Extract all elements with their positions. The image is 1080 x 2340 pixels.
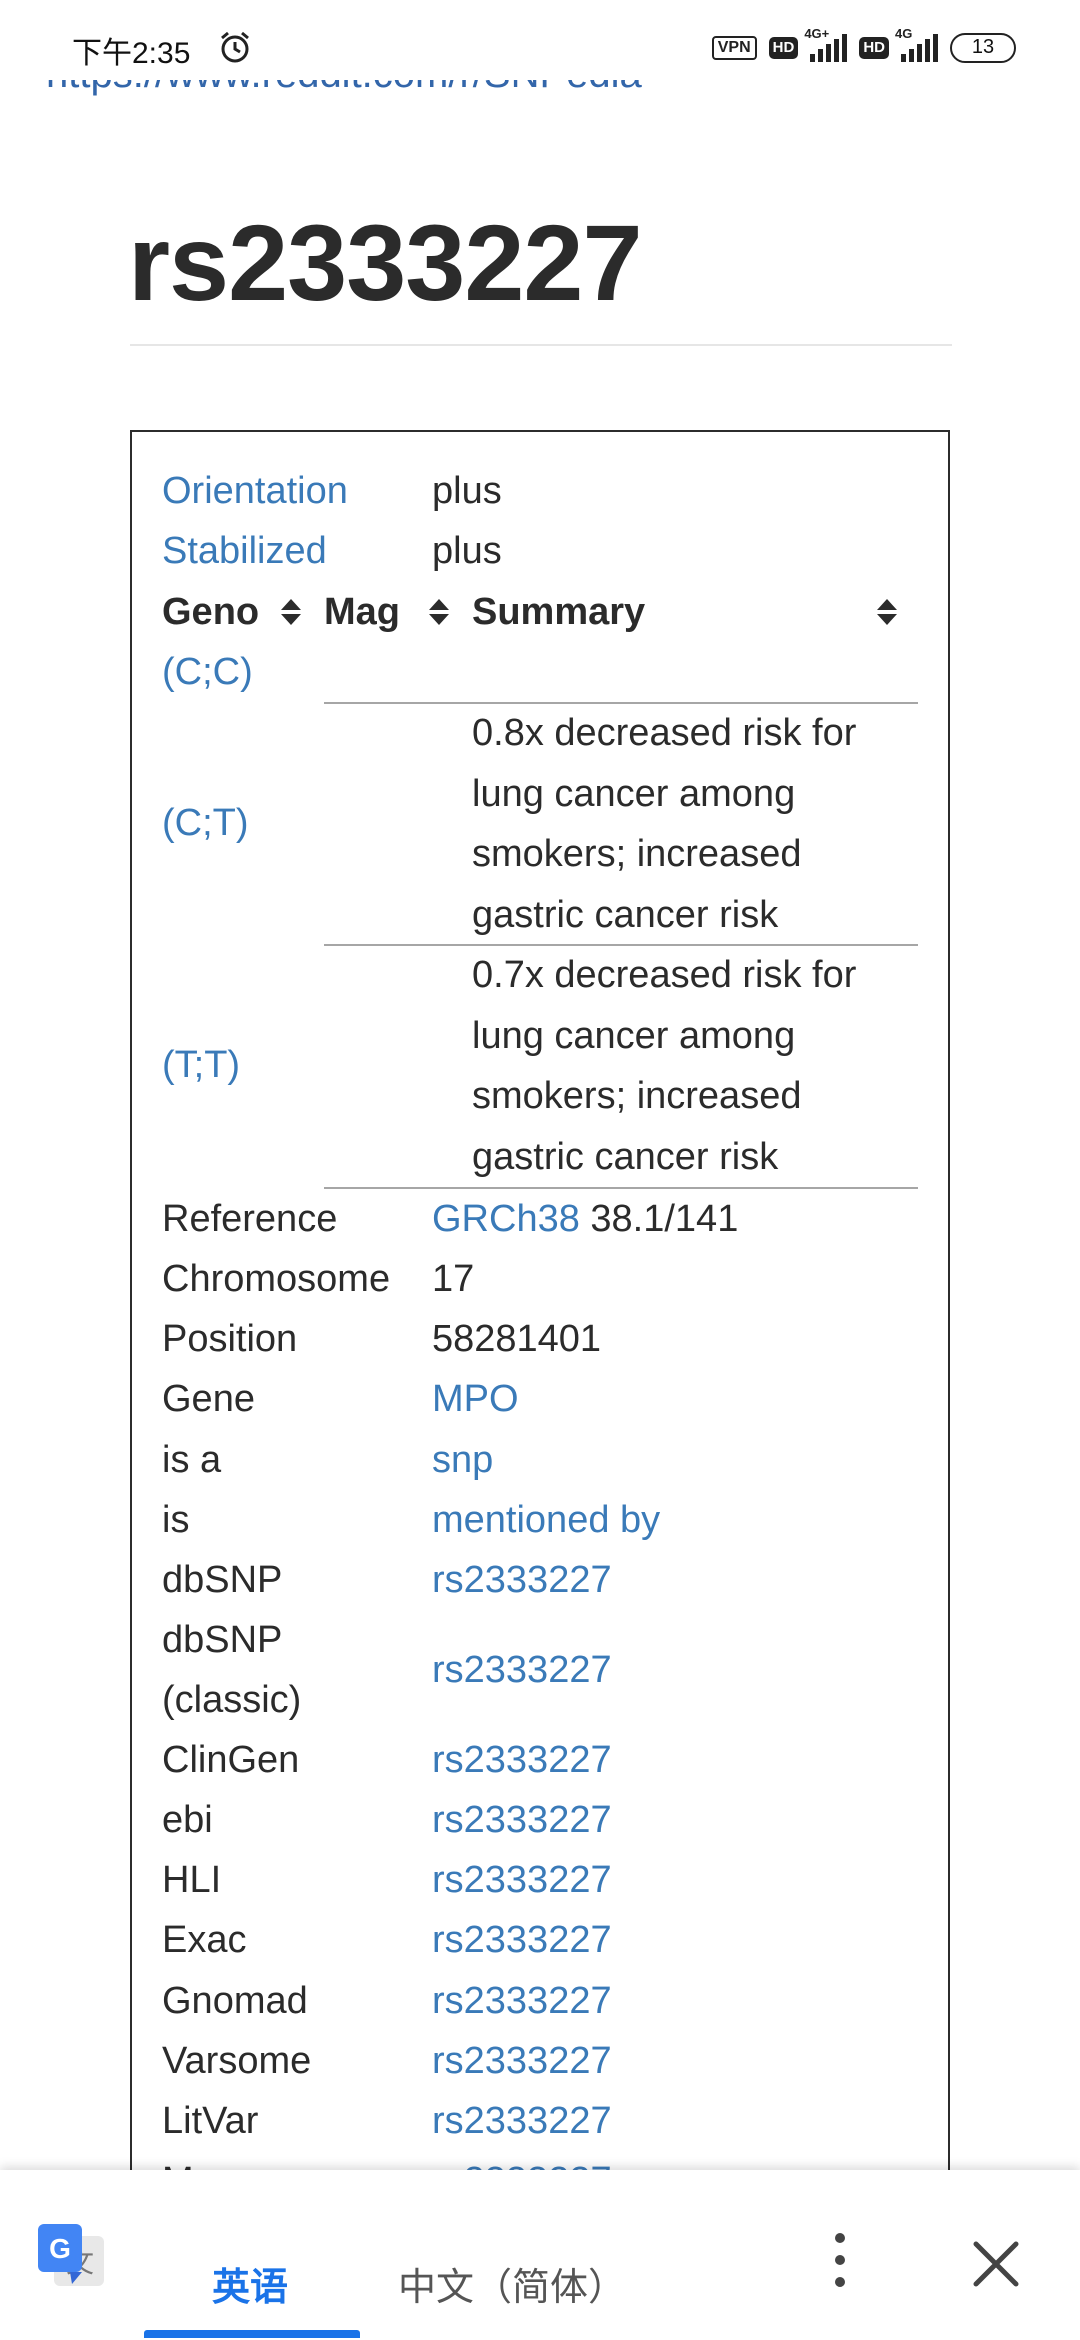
link-label: dbSNP — [162, 1559, 283, 1601]
link-label: LitVar — [162, 2100, 259, 2142]
sort-icon[interactable] — [876, 597, 898, 627]
svg-text:G: G — [49, 2233, 71, 2264]
hli-link[interactable]: rs2333227 — [432, 1850, 612, 1910]
genotype-cc-link[interactable]: (C;C) — [162, 642, 253, 702]
link-label: Exac — [162, 1919, 247, 1961]
google-translate-icon[interactable]: 文 G — [36, 2222, 108, 2290]
tab-source-language[interactable]: 英语 — [212, 2256, 288, 2311]
close-icon[interactable] — [968, 2236, 1024, 2292]
is-a-label: is a — [162, 1439, 222, 1481]
genotype-tt-summary: 0.7x decreased risk for lung cancer amon… — [472, 954, 857, 1178]
mentioned-by-link[interactable]: mentioned by — [432, 1490, 660, 1550]
mag-header[interactable]: Mag — [324, 582, 400, 642]
hd-icon: HD — [859, 37, 889, 59]
sort-icon[interactable] — [428, 597, 450, 627]
reference-label: Reference — [162, 1198, 338, 1240]
dbsnp-classic-link[interactable]: rs2333227 — [432, 1640, 612, 1700]
is-label: is — [162, 1499, 190, 1541]
link-label: Varsome — [162, 2040, 312, 2082]
stabilized-label[interactable]: Stabilized — [162, 521, 327, 581]
chromosome-value: 17 — [432, 1258, 475, 1300]
link-label: HLI — [162, 1859, 222, 1901]
sort-icon[interactable] — [280, 597, 302, 627]
alarm-icon — [221, 31, 249, 63]
link-label: dbSNP (classic) — [162, 1619, 302, 1721]
title-divider — [130, 344, 952, 346]
exac-link[interactable]: rs2333227 — [432, 1910, 612, 1970]
position-value: 58281401 — [432, 1318, 602, 1360]
position-label: Position — [162, 1318, 298, 1360]
network-type-label: 4G — [895, 26, 913, 41]
litvar-link[interactable]: rs2333227 — [432, 2091, 612, 2151]
more-vert-icon[interactable] — [822, 2228, 858, 2292]
link-label: ebi — [162, 1799, 213, 1841]
varsome-link[interactable]: rs2333227 — [432, 2031, 612, 2091]
network-type-label: 4G+ — [804, 26, 830, 41]
orientation-label[interactable]: Orientation — [162, 461, 348, 521]
link-label: ClinGen — [162, 1739, 300, 1781]
geno-header[interactable]: Geno — [162, 582, 259, 642]
status-indicators: VPN HD 4G+ HD 4G 13 — [711, 26, 1016, 68]
summary-header[interactable]: Summary — [472, 582, 645, 642]
stabilized-value: plus — [432, 530, 502, 572]
status-bar: 下午2:35 VPN HD 4G+ HD 4G 13 — [0, 0, 1080, 80]
dbsnp-link[interactable]: rs2333227 — [432, 1550, 612, 1610]
page-title: rs2333227 — [128, 202, 643, 323]
link-label: Gnomad — [162, 1980, 308, 2022]
genotype-ct-summary: 0.8x decreased risk for lung cancer amon… — [472, 712, 857, 936]
reference-version: 38.1/141 — [590, 1198, 739, 1240]
genotype-ct-link[interactable]: (C;T) — [162, 793, 249, 853]
gnomad-link[interactable]: rs2333227 — [432, 1971, 612, 2031]
reference-value: GRCh38 38.1/141 — [432, 1189, 738, 1249]
orientation-value: plus — [432, 470, 502, 512]
grch38-link[interactable]: GRCh38 — [432, 1198, 580, 1240]
genotype-tt-link[interactable]: (T;T) — [162, 1035, 240, 1095]
signal-icon: 4G+ — [804, 26, 848, 62]
tab-target-language[interactable]: 中文（简体） — [398, 2256, 626, 2311]
gene-link[interactable]: MPO — [432, 1369, 519, 1429]
chromosome-label: Chromosome — [162, 1258, 391, 1300]
gene-label: Gene — [162, 1378, 255, 1420]
vpn-icon: VPN — [711, 36, 757, 60]
ebi-link[interactable]: rs2333227 — [432, 1790, 612, 1850]
signal-icon: 4G — [895, 26, 938, 62]
battery-icon: 13 — [950, 33, 1016, 63]
status-time: 下午2:35 — [72, 37, 191, 70]
hd-icon: HD — [768, 37, 799, 59]
snp-link[interactable]: snp — [432, 1430, 493, 1490]
active-tab-indicator — [144, 2330, 360, 2338]
translate-bar: 文 G 英语 中文（简体） — [0, 2170, 1080, 2340]
clingen-link[interactable]: rs2333227 — [432, 1730, 612, 1790]
